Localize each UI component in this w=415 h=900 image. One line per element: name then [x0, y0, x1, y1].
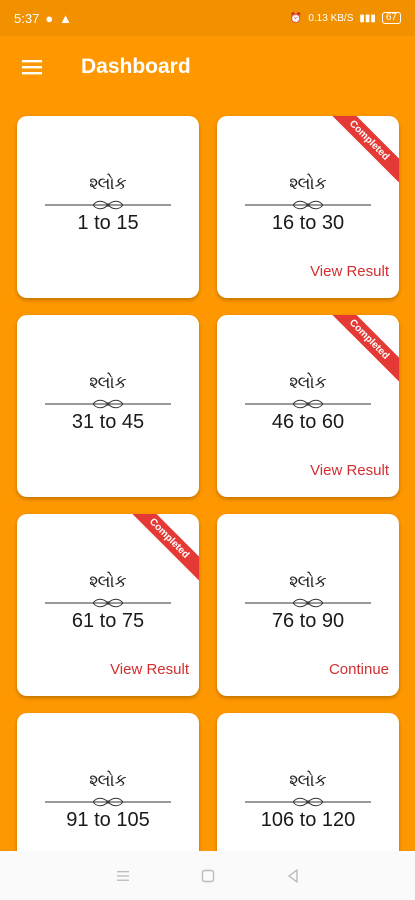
back-icon [287, 868, 298, 883]
menu-button[interactable] [0, 36, 64, 98]
card-range: 46 to 60 [271, 411, 345, 433]
card-body: શ્લોક 76 to 90 [217, 572, 399, 633]
ornament-divider-icon [45, 399, 171, 409]
ornament-divider-icon [245, 399, 371, 409]
notification-icon: ● [45, 10, 54, 26]
card-range: 76 to 90 [271, 610, 345, 632]
ornament-divider-icon [245, 200, 371, 210]
continue-button[interactable]: Continue [329, 661, 389, 678]
card-label: શ્લોક [289, 174, 327, 194]
lesson-card[interactable]: શ્લોક 1 to 15 [17, 116, 199, 298]
recents-icon [116, 870, 129, 881]
card-range: 1 to 15 [77, 212, 139, 234]
status-right: ⏰ 0.13 KB/S ▮▮▮ 67 [290, 12, 401, 24]
card-range: 31 to 45 [71, 411, 145, 433]
home-icon [201, 869, 214, 882]
lesson-card[interactable]: Completed શ્લોક 16 to 30 View Result [217, 116, 399, 298]
recents-button[interactable] [108, 861, 138, 891]
lesson-card[interactable]: Completed શ્લોક 61 to 75 View Result [17, 514, 199, 696]
view-result-button[interactable]: View Result [310, 462, 389, 479]
card-label: શ્લોક [289, 373, 327, 393]
card-range: 106 to 120 [260, 809, 356, 831]
card-body: શ્લોક 31 to 45 [17, 373, 199, 434]
card-body: શ્લોક 16 to 30 [217, 174, 399, 235]
ornament-divider-icon [45, 797, 171, 807]
signal-icon: ▮▮▮ [359, 12, 376, 24]
ornament-divider-icon [245, 797, 371, 807]
card-range: 16 to 30 [271, 212, 345, 234]
ornament-divider-icon [45, 598, 171, 608]
card-label: શ્લોક [289, 771, 327, 791]
status-bar: 5:37 ● ▲ ⏰ 0.13 KB/S ▮▮▮ 67 [0, 0, 415, 36]
home-button[interactable] [193, 861, 223, 891]
hamburger-icon [22, 60, 42, 75]
card-label: શ્લોક [289, 572, 327, 592]
page-title: Dashboard [81, 55, 191, 78]
net-speed: 0.13 KB/S [308, 12, 354, 24]
card-body: શ્લોક 1 to 15 [17, 174, 199, 235]
warning-icon: ▲ [59, 10, 73, 26]
card-label: શ્લોક [89, 174, 127, 194]
card-label: શ્લોક [89, 572, 127, 592]
card-body: શ્લોક 91 to 105 [17, 771, 199, 832]
status-time: 5:37 [14, 10, 40, 26]
system-nav-bar [0, 851, 415, 900]
card-label: શ્લોક [89, 373, 127, 393]
card-body: શ્લોક 61 to 75 [17, 572, 199, 633]
view-result-button[interactable]: View Result [110, 661, 189, 678]
ornament-divider-icon [45, 200, 171, 210]
ornament-divider-icon [245, 598, 371, 608]
card-label: શ્લોક [89, 771, 127, 791]
alarm-icon: ⏰ [289, 12, 303, 24]
view-result-button[interactable]: View Result [310, 263, 389, 280]
lesson-card[interactable]: Completed શ્લોક 46 to 60 View Result [217, 315, 399, 497]
lesson-card[interactable]: શ્લોક 76 to 90 Continue [217, 514, 399, 696]
card-body: શ્લોક 106 to 120 [217, 771, 399, 832]
card-range: 91 to 105 [66, 809, 150, 831]
battery-icon: 67 [381, 12, 401, 24]
lesson-card[interactable]: શ્લોક 31 to 45 [17, 315, 199, 497]
card-grid: શ્લોક 1 to 15 Completed શ્લોક 16 to 30 View R… [17, 116, 400, 895]
card-body: શ્લોક 46 to 60 [217, 373, 399, 434]
card-range: 61 to 75 [71, 610, 145, 632]
status-left: 5:37 ● ▲ [14, 11, 72, 26]
back-button[interactable] [278, 861, 308, 891]
app-bar: Dashboard [0, 36, 415, 98]
